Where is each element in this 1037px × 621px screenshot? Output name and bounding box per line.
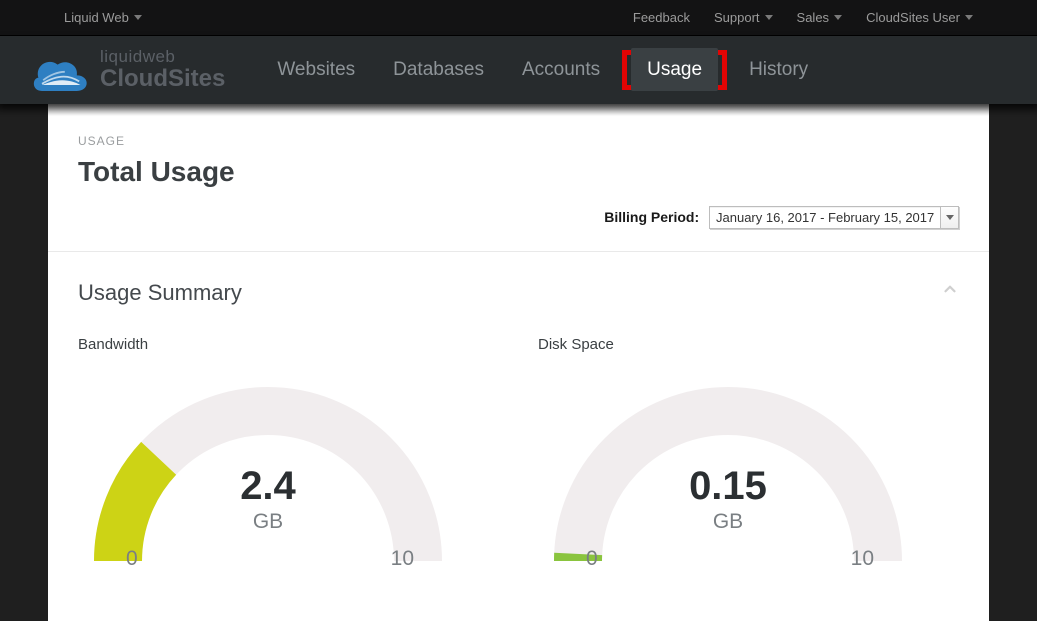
brand-menu[interactable]: Liquid Web: [64, 10, 142, 25]
page-title: Total Usage: [78, 156, 959, 188]
billing-period-value: January 16, 2017 - February 15, 2017: [716, 210, 934, 225]
nav-websites[interactable]: Websites: [261, 48, 371, 92]
gauge-max: 10: [851, 547, 874, 571]
logo-text: liquidweb CloudSites: [100, 48, 225, 91]
logo[interactable]: liquidweb CloudSites: [30, 48, 225, 91]
gauge-value: 2.4: [78, 466, 458, 506]
chevron-up-icon: [941, 280, 959, 298]
disk-gauge: Disk Space 0.15 GB 0 10: [538, 336, 938, 571]
gauge-min: 0: [126, 547, 138, 571]
main-nav: liquidweb CloudSites Websites Databases …: [0, 36, 1037, 104]
panel-header: USAGE Total Usage Billing Period: Januar…: [48, 104, 989, 252]
billing-period-select[interactable]: January 16, 2017 - February 15, 2017: [709, 206, 959, 229]
section-title: Usage Summary: [78, 280, 959, 306]
user-menu[interactable]: CloudSites User: [866, 10, 973, 25]
nav-usage[interactable]: Usage: [631, 48, 718, 91]
dropdown-button[interactable]: [940, 207, 958, 228]
chevron-down-icon: [765, 15, 773, 20]
gauge-min: 0: [586, 547, 598, 571]
brand-label: Liquid Web: [64, 10, 129, 25]
chevron-down-icon: [834, 15, 842, 20]
usage-summary-section: Usage Summary Bandwidth 2.4 GB: [48, 252, 989, 571]
nav-databases[interactable]: Databases: [377, 48, 500, 92]
panel: USAGE Total Usage Billing Period: Januar…: [48, 104, 989, 621]
nav-usage-highlight: Usage: [622, 50, 727, 90]
support-menu[interactable]: Support: [714, 10, 773, 25]
sales-menu[interactable]: Sales: [797, 10, 843, 25]
chevron-down-icon: [965, 15, 973, 20]
feedback-link[interactable]: Feedback: [633, 10, 690, 25]
chevron-down-icon: [946, 215, 954, 220]
breadcrumb: USAGE: [78, 134, 959, 148]
billing-label: Billing Period:: [604, 209, 699, 225]
gauge-label: Disk Space: [538, 336, 938, 353]
gauge-label: Bandwidth: [78, 336, 478, 353]
gauge-value: 0.15: [538, 466, 918, 506]
gauge-unit: GB: [538, 510, 918, 534]
cloud-icon: [30, 49, 90, 91]
stage: USAGE Total Usage Billing Period: Januar…: [0, 104, 1037, 621]
nav-accounts[interactable]: Accounts: [506, 48, 616, 92]
bandwidth-gauge: Bandwidth 2.4 GB 0 10: [78, 336, 478, 571]
nav-history[interactable]: History: [733, 48, 824, 92]
gauge-max: 10: [391, 547, 414, 571]
topbar: Liquid Web Feedback Support Sales CloudS…: [0, 0, 1037, 36]
chevron-down-icon: [134, 15, 142, 20]
gauge-unit: GB: [78, 510, 458, 534]
collapse-toggle[interactable]: [941, 280, 959, 303]
